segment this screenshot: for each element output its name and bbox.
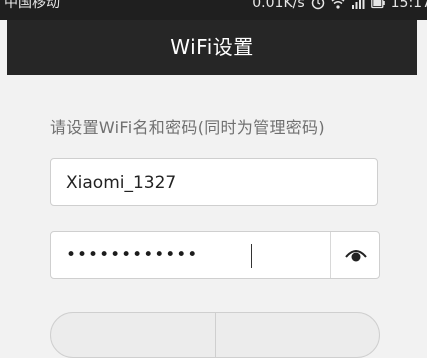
previous-step-button[interactable] <box>51 313 215 357</box>
wifi-name-field[interactable]: Xiaomi_1327 <box>50 158 378 206</box>
bottom-button-group <box>50 312 380 358</box>
text-cursor <box>251 244 252 268</box>
instruction-text: 请设置WiFi名和密码(同时为管理密码) <box>50 118 325 137</box>
next-step-button[interactable] <box>216 313 379 357</box>
clock-icon <box>311 0 325 10</box>
wifi-name-value: Xiaomi_1327 <box>66 173 177 193</box>
signal-icon <box>351 0 365 10</box>
page-title: WiFi设置 <box>170 35 254 59</box>
status-indicators: 0.01K/s 15:17 <box>252 0 427 10</box>
password-value: •••••••••••• <box>66 245 199 265</box>
wifi-icon <box>331 0 345 10</box>
network-speed: 0.01K/s <box>252 0 305 11</box>
show-password-button[interactable] <box>331 232 380 278</box>
wifi-password-field[interactable]: •••••••••••• <box>50 231 380 279</box>
eye-icon <box>345 250 367 262</box>
status-bar: 中国移动 0.01K/s 15:17 <box>0 0 427 20</box>
battery-icon <box>370 0 385 10</box>
clock-time: 15:17 <box>390 0 427 11</box>
title-bar: WiFi设置 <box>7 20 417 75</box>
carrier-name: 中国移动 <box>4 0 60 11</box>
